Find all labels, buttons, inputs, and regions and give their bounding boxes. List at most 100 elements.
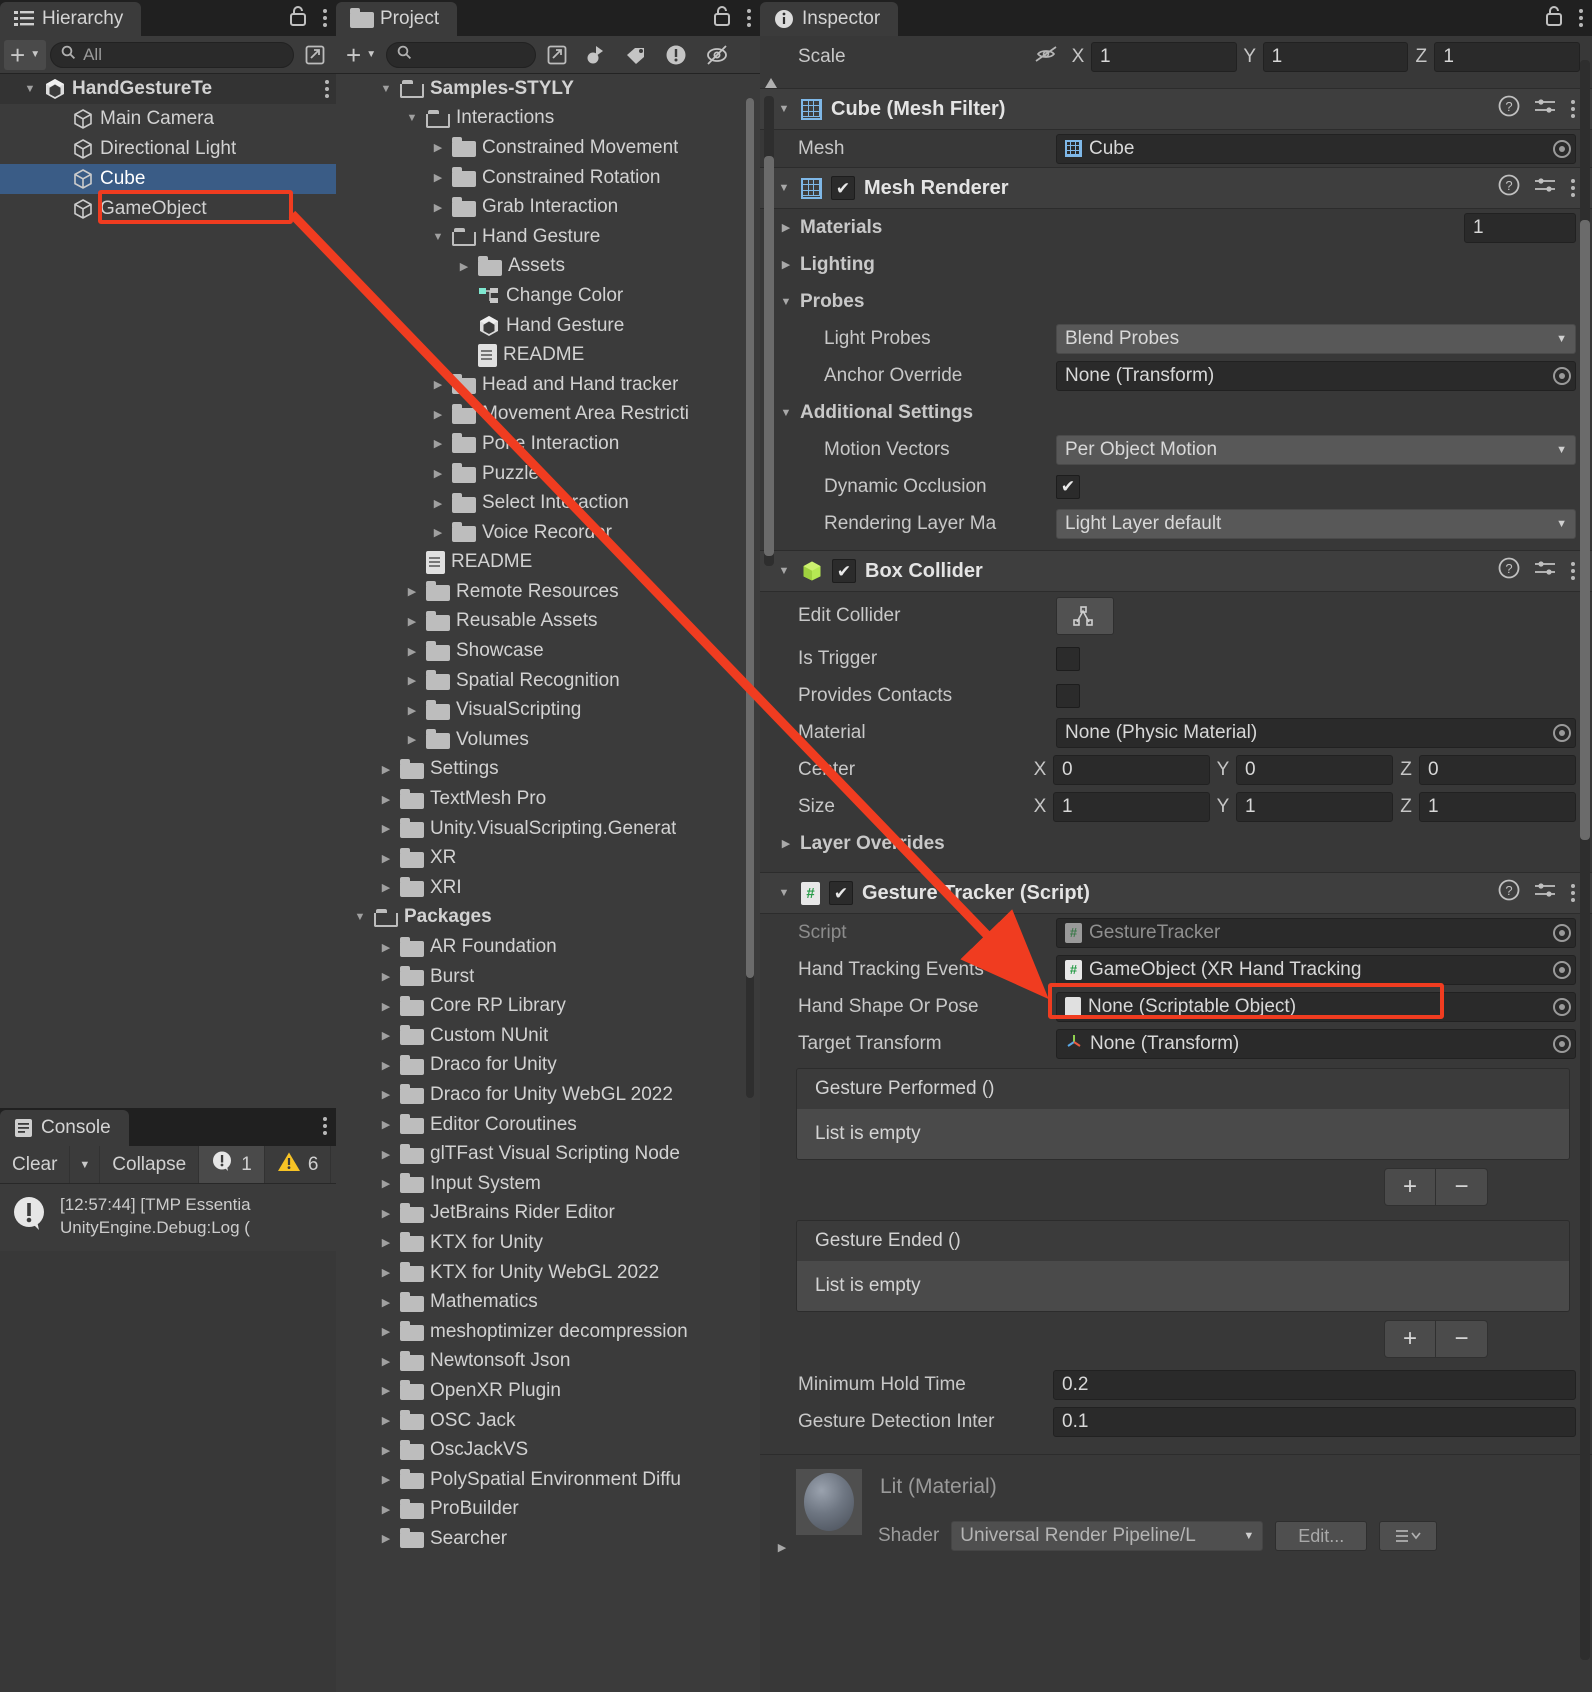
foldout-icon[interactable]: • bbox=[50, 143, 66, 155]
project-item-openxr-plugin[interactable]: ▶ OpenXR Plugin bbox=[336, 1376, 760, 1406]
help-icon[interactable]: ? bbox=[1498, 879, 1520, 907]
project-item-interactions[interactable]: ▼ Interactions bbox=[336, 104, 760, 134]
gesture-ended-add-button[interactable]: + bbox=[1384, 1320, 1436, 1358]
foldout-icon[interactable]: • bbox=[456, 290, 472, 302]
preset-icon[interactable] bbox=[1534, 96, 1556, 122]
project-item-constrained-rotation[interactable]: ▶ Constrained Rotation bbox=[336, 163, 760, 193]
foldout-icon[interactable]: ▶ bbox=[430, 378, 446, 391]
project-item-ar-foundation[interactable]: ▶ AR Foundation bbox=[336, 932, 760, 962]
project-add-button[interactable]: + ▼ bbox=[340, 40, 382, 70]
object-picker-icon[interactable] bbox=[1553, 923, 1571, 942]
project-warning-filter-icon[interactable] bbox=[658, 40, 694, 70]
project-item-remote-resources[interactable]: ▶ Remote Resources bbox=[336, 577, 760, 607]
foldout-icon[interactable]: ▶ bbox=[404, 674, 420, 687]
foldout-icon[interactable]: ▶ bbox=[378, 1118, 394, 1131]
foldout-icon[interactable]: ▼ bbox=[776, 103, 792, 115]
inspector-scrollbar-thumb[interactable] bbox=[764, 156, 774, 556]
project-scrollbar-track[interactable] bbox=[746, 98, 754, 1098]
project-search-input[interactable] bbox=[386, 41, 537, 68]
project-item-draco-for-unity[interactable]: ▶ Draco for Unity bbox=[336, 1051, 760, 1081]
component-header-mesh-renderer[interactable]: ▼ ✔ Mesh Renderer ? bbox=[760, 167, 1592, 209]
foldout-icon[interactable]: ▼ bbox=[378, 83, 394, 95]
scale-y-field[interactable]: 1 bbox=[1262, 42, 1409, 72]
size-z-field[interactable]: 1 bbox=[1419, 791, 1576, 822]
foldout-icon[interactable]: ▶ bbox=[430, 408, 446, 421]
hierarchy-item-handgesturete[interactable]: ▼ HandGestureTe bbox=[0, 74, 336, 104]
preset-icon[interactable] bbox=[1534, 880, 1556, 906]
hand-shape-field[interactable]: None (Scriptable Object) bbox=[1056, 991, 1576, 1022]
foldout-icon[interactable]: ▶ bbox=[378, 1384, 394, 1397]
foldout-icon[interactable]: ▶ bbox=[378, 1414, 394, 1427]
foldout-icon[interactable]: ▶ bbox=[378, 1325, 394, 1338]
project-expand-icon[interactable] bbox=[540, 40, 574, 70]
provides-contacts-checkbox[interactable] bbox=[1056, 683, 1080, 708]
help-icon[interactable]: ? bbox=[1498, 174, 1520, 202]
lighting-row[interactable]: ▶ Lighting bbox=[760, 246, 1592, 283]
foldout-icon[interactable]: • bbox=[50, 113, 66, 125]
component-header-gesture-tracker[interactable]: ▼ # ✔ Gesture Tracker (Script) ? bbox=[760, 872, 1592, 914]
lock-icon[interactable] bbox=[288, 5, 308, 32]
hierarchy-search-input[interactable]: All bbox=[50, 41, 294, 68]
project-filter-label-icon[interactable] bbox=[618, 40, 654, 70]
project-item-visualscripting[interactable]: ▶ VisualScripting bbox=[336, 695, 760, 725]
foldout-icon[interactable]: ▶ bbox=[778, 221, 794, 234]
project-item-oscjackvs[interactable]: ▶ OscJackVS bbox=[336, 1435, 760, 1465]
foldout-icon[interactable]: ▼ bbox=[776, 887, 792, 899]
project-item-xri[interactable]: ▶ XRI bbox=[336, 873, 760, 903]
project-item-editor-coroutines[interactable]: ▶ Editor Coroutines bbox=[336, 1110, 760, 1140]
console-clear-button[interactable]: Clear bbox=[0, 1146, 71, 1183]
motion-vectors-dropdown[interactable]: Per Object Motion ▼ bbox=[1056, 434, 1576, 465]
foldout-icon[interactable]: ▶ bbox=[378, 1444, 394, 1457]
foldout-icon[interactable]: ▶ bbox=[430, 141, 446, 154]
center-z-field[interactable]: 0 bbox=[1419, 754, 1576, 785]
scale-x-field[interactable]: 1 bbox=[1091, 42, 1237, 72]
anchor-override-field[interactable]: None (Transform) bbox=[1056, 360, 1576, 391]
foldout-icon[interactable]: ▶ bbox=[778, 837, 794, 850]
project-filter-type-icon[interactable] bbox=[578, 40, 614, 70]
project-item-ktx-for-unity[interactable]: ▶ KTX for Unity bbox=[336, 1228, 760, 1258]
hierarchy-item-main-camera[interactable]: • Main Camera bbox=[0, 104, 336, 134]
preset-icon[interactable] bbox=[1534, 558, 1556, 584]
project-item-jetbrains-rider-editor[interactable]: ▶ JetBrains Rider Editor bbox=[336, 1199, 760, 1229]
foldout-icon[interactable]: ▶ bbox=[378, 1266, 394, 1279]
rendering-layer-dropdown[interactable]: Light Layer default ▼ bbox=[1056, 508, 1576, 539]
foldout-icon[interactable]: ▶ bbox=[378, 1059, 394, 1072]
hand-tracking-events-field[interactable]: # GameObject (XR Hand Tracking bbox=[1056, 954, 1576, 985]
component-header-box-collider[interactable]: ▼ ✔ Box Collider ? bbox=[760, 550, 1592, 592]
shader-edit-button[interactable]: Edit... bbox=[1275, 1521, 1368, 1551]
project-item-reusable-assets[interactable]: ▶ Reusable Assets bbox=[336, 607, 760, 637]
foldout-icon[interactable]: ▼ bbox=[352, 911, 368, 923]
foldout-icon[interactable]: ▶ bbox=[430, 467, 446, 480]
console-log-entry[interactable]: [12:57:44] [TMP Essentia UnityEngine.Deb… bbox=[0, 1184, 336, 1251]
foldout-icon[interactable]: ▶ bbox=[404, 733, 420, 746]
project-item-searcher[interactable]: ▶ Searcher bbox=[336, 1524, 760, 1554]
project-item-voice-recorder[interactable]: ▶ Voice Recorder bbox=[336, 518, 760, 548]
gesture-performed-remove-button[interactable]: − bbox=[1436, 1168, 1488, 1206]
foldout-icon[interactable]: ▶ bbox=[378, 1503, 394, 1516]
hierarchy-menu-icon[interactable] bbox=[322, 9, 328, 27]
box-collider-enabled-checkbox[interactable]: ✔ bbox=[832, 559, 856, 583]
object-picker-icon[interactable] bbox=[1553, 1034, 1571, 1053]
gesture-detection-field[interactable]: 0.1 bbox=[1053, 1406, 1576, 1437]
foldout-icon[interactable]: • bbox=[456, 349, 472, 361]
tab-inspector[interactable]: Inspector bbox=[760, 2, 899, 36]
project-item-mathematics[interactable]: ▶ Mathematics bbox=[336, 1287, 760, 1317]
light-probes-dropdown[interactable]: Blend Probes ▼ bbox=[1056, 323, 1576, 354]
component-menu-icon[interactable] bbox=[1570, 179, 1576, 197]
foldout-icon[interactable]: ▶ bbox=[378, 1177, 394, 1190]
foldout-icon[interactable]: ▶ bbox=[378, 1000, 394, 1013]
project-item-assets[interactable]: ▶ Assets bbox=[336, 252, 760, 282]
object-picker-icon[interactable] bbox=[1553, 139, 1571, 158]
shader-options-icon[interactable] bbox=[1379, 1521, 1438, 1551]
tab-project[interactable]: Project bbox=[336, 2, 458, 36]
mesh-renderer-enabled-checkbox[interactable]: ✔ bbox=[831, 176, 855, 200]
foldout-icon[interactable]: ▶ bbox=[378, 1207, 394, 1220]
object-picker-icon[interactable] bbox=[1553, 960, 1571, 979]
project-item-settings[interactable]: ▶ Settings bbox=[336, 755, 760, 785]
foldout-icon[interactable]: • bbox=[50, 173, 66, 185]
project-hidden-filter-icon[interactable] bbox=[698, 40, 736, 70]
center-x-field[interactable]: 0 bbox=[1053, 754, 1210, 785]
foldout-icon[interactable]: ▶ bbox=[378, 941, 394, 954]
component-menu-icon[interactable] bbox=[1570, 100, 1576, 118]
project-item-constrained-movement[interactable]: ▶ Constrained Movement bbox=[336, 133, 760, 163]
